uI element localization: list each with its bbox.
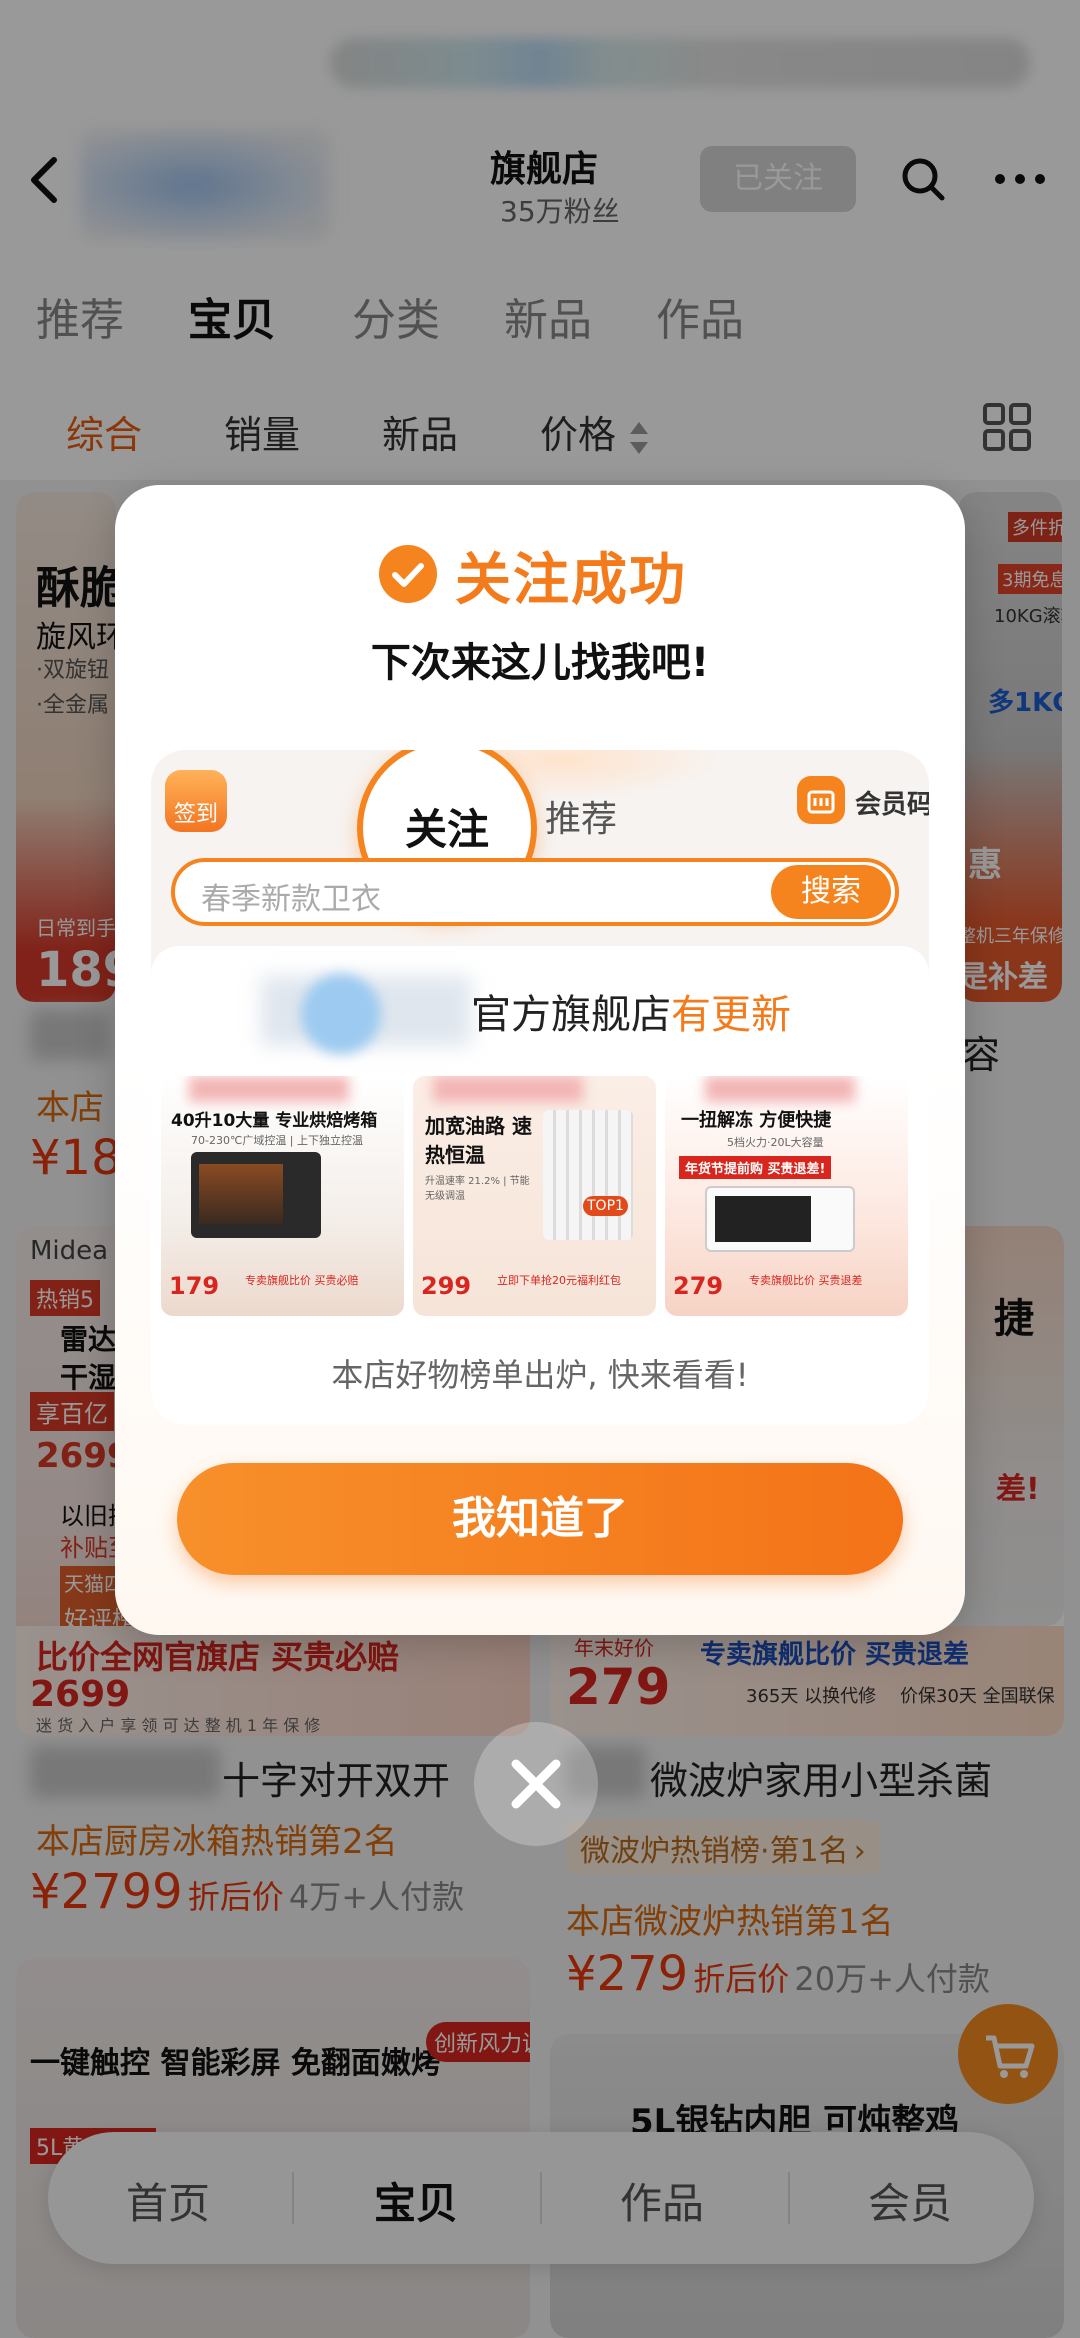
sign-in-badge: 签到 [165,770,227,832]
check-circle-icon [379,545,437,603]
preview-promo: 年货节提前购 买贵退差! [679,1156,832,1179]
preview-search-placeholder: 春季新款卫衣 [201,882,381,917]
preview-search-bar: 春季新款卫衣 搜索 [171,858,899,926]
preview-tag: 专卖旗舰比价 买贵必赔 [245,1274,359,1287]
oven-window [199,1164,283,1224]
microwave-window [715,1196,811,1242]
close-icon [511,1759,561,1809]
dialog-title: 关注成功 [455,548,687,613]
heater-image [543,1110,633,1240]
preview-search-button: 搜索 [771,865,891,919]
dialog-subtitle: 下次来这儿找我吧! [370,640,710,686]
microwave-image [705,1186,855,1252]
shop-update-card: 官方旗舰店有更新 40升10大量 专业烘焙烤箱 70-230℃广域控温 | 上下… [151,946,929,1425]
preview-badge: TOP1 [583,1196,628,1216]
preview-sub: 升温速率 21.2% | 节能无级调温 [425,1176,530,1202]
shop-preview-illustration: 签到 关注 推荐 会员码 春季新款卫衣 搜索 官方旗舰店有更新 40升10大量 … [151,750,929,1425]
preview-sub: 5档火力·20L大容量 [727,1136,824,1149]
preview-product-microwave: 一扭解冻 方便快捷 5档火力·20L大容量 年货节提前购 买贵退差! 279 专… [665,1076,908,1316]
preview-tag: 立即下单抢20元福利红包 [497,1274,621,1287]
update-title-highlight: 有更新 [671,992,791,1038]
preview-headline: 一扭解冻 方便快捷 [681,1110,832,1131]
preview-price: 179 [169,1272,220,1300]
vip-code-label: 会员码 [855,790,929,820]
blurred-label [189,1076,349,1102]
preview-price: 299 [421,1272,472,1300]
recommend-tab-label: 推荐 [545,799,618,840]
got-it-button[interactable]: 我知道了 [177,1463,903,1575]
update-footer: 本店好物榜单出炉, 快来看看! [331,1356,749,1394]
sign-in-label: 签到 [173,802,218,827]
preview-sub: 70-230℃广域控温 | 上下独立控温 [191,1134,364,1147]
vip-code-icon [797,776,845,824]
follow-tab-label: 关注 [404,805,489,854]
close-dialog-button[interactable] [474,1722,598,1846]
preview-tag: 专卖旗舰比价 买贵退差 [749,1274,863,1287]
blurred-shop-logo [301,974,381,1054]
oven-image [191,1152,321,1238]
preview-product-heater: 加宽油路 速热恒温 升温速率 21.2% | 节能无级调温 TOP1 299 立… [413,1076,656,1316]
update-title-text: 官方旗舰店 [471,992,671,1038]
preview-headline: 加宽油路 速热恒温 [425,1114,532,1167]
update-title: 官方旗舰店有更新 [471,982,791,1040]
blurred-label [433,1076,583,1102]
preview-product-oven: 40升10大量 专业烘焙烤箱 70-230℃广域控温 | 上下独立控温 179 … [161,1076,404,1316]
preview-headline: 40升10大量 专业烘焙烤箱 [171,1111,378,1131]
follow-success-dialog: 关注成功 下次来这儿找我吧! 签到 关注 推荐 会员码 春季新款卫衣 搜索 官方… [115,485,965,1635]
preview-price: 279 [673,1272,724,1300]
blurred-label [705,1076,855,1102]
